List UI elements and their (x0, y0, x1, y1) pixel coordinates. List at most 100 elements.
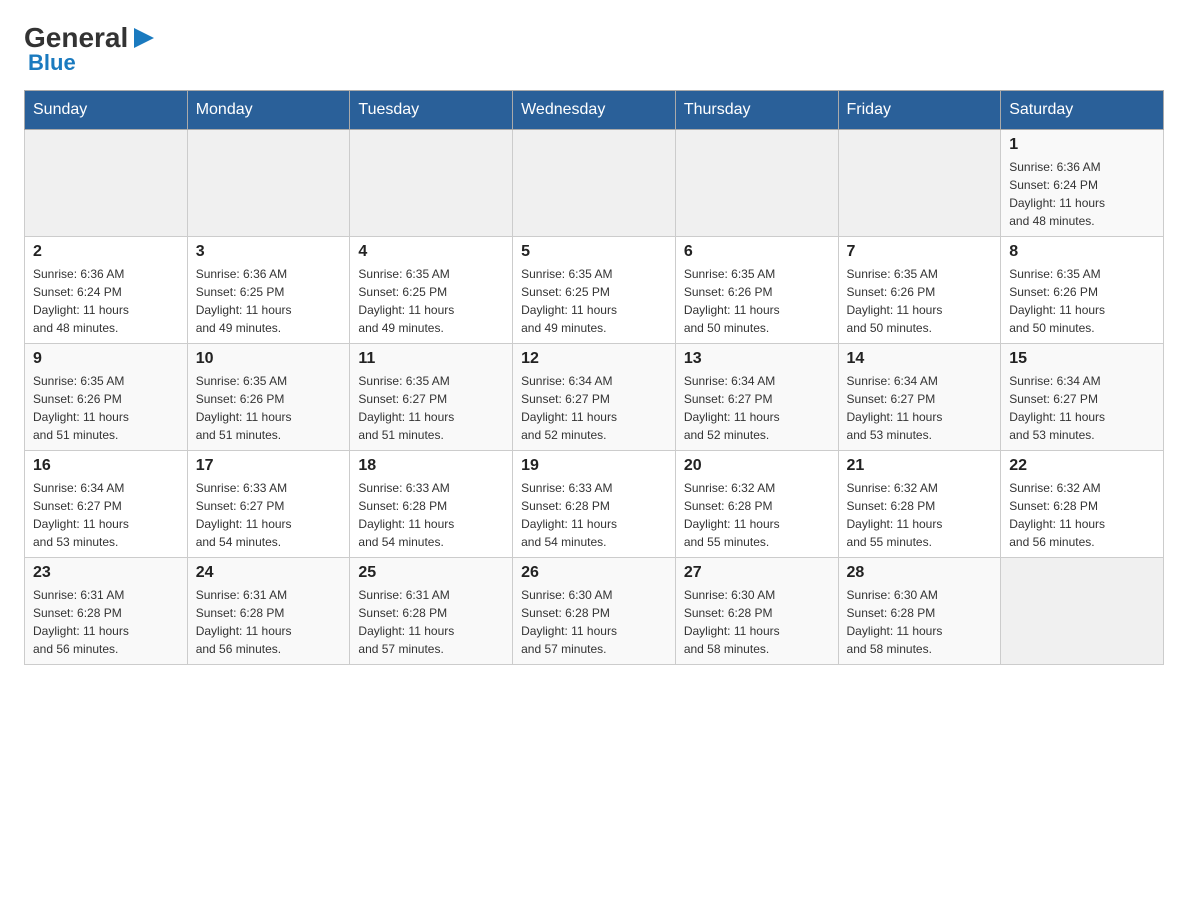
day-info: Sunrise: 6:36 AMSunset: 6:24 PMDaylight:… (1009, 158, 1155, 230)
logo-blue-text: Blue (28, 52, 76, 74)
calendar-cell: 3 Sunrise: 6:36 AMSunset: 6:25 PMDaylight… (187, 237, 350, 344)
day-number: 28 (847, 564, 993, 582)
day-number: 5 (521, 243, 667, 261)
day-info: Sunrise: 6:32 AMSunset: 6:28 PMDaylight:… (1009, 479, 1155, 551)
calendar-cell: 9 Sunrise: 6:35 AMSunset: 6:26 PMDaylight… (25, 344, 188, 451)
week-row-2: 2 Sunrise: 6:36 AMSunset: 6:24 PMDaylight… (25, 237, 1164, 344)
day-number: 11 (358, 350, 504, 368)
calendar-cell: 19 Sunrise: 6:33 AMSunset: 6:28 PMDayligh… (513, 451, 676, 558)
day-number: 13 (684, 350, 830, 368)
day-number: 1 (1009, 136, 1155, 154)
day-number: 21 (847, 457, 993, 475)
day-info: Sunrise: 6:30 AMSunset: 6:28 PMDaylight:… (521, 586, 667, 658)
calendar-cell: 15 Sunrise: 6:34 AMSunset: 6:27 PMDayligh… (1001, 344, 1164, 451)
calendar-cell: 17 Sunrise: 6:33 AMSunset: 6:27 PMDayligh… (187, 451, 350, 558)
day-number: 10 (196, 350, 342, 368)
day-info: Sunrise: 6:33 AMSunset: 6:28 PMDaylight:… (358, 479, 504, 551)
day-number: 26 (521, 564, 667, 582)
calendar-cell: 27Sunrise: 6:30 AMSunset: 6:28 PMDayligh… (675, 558, 838, 665)
week-row-1: 1 Sunrise: 6:36 AMSunset: 6:24 PMDaylight… (25, 130, 1164, 237)
day-number: 2 (33, 243, 179, 261)
calendar-cell (838, 130, 1001, 237)
calendar-cell: 12Sunrise: 6:34 AMSunset: 6:27 PMDayligh… (513, 344, 676, 451)
day-info: Sunrise: 6:34 AMSunset: 6:27 PMDaylight:… (1009, 372, 1155, 444)
day-info: Sunrise: 6:31 AMSunset: 6:28 PMDaylight:… (33, 586, 179, 658)
calendar-cell (187, 130, 350, 237)
day-info: Sunrise: 6:34 AMSunset: 6:27 PMDaylight:… (684, 372, 830, 444)
day-number: 3 (196, 243, 342, 261)
calendar-cell (1001, 558, 1164, 665)
calendar-cell (350, 130, 513, 237)
day-info: Sunrise: 6:32 AMSunset: 6:28 PMDaylight:… (684, 479, 830, 551)
calendar-header-thursday: Thursday (675, 91, 838, 130)
day-number: 17 (196, 457, 342, 475)
day-number: 23 (33, 564, 179, 582)
calendar-cell: 23 Sunrise: 6:31 AMSunset: 6:28 PMDayligh… (25, 558, 188, 665)
calendar-cell: 21 Sunrise: 6:32 AMSunset: 6:28 PMDayligh… (838, 451, 1001, 558)
calendar-cell (513, 130, 676, 237)
week-row-4: 16 Sunrise: 6:34 AMSunset: 6:27 PMDayligh… (25, 451, 1164, 558)
week-row-3: 9 Sunrise: 6:35 AMSunset: 6:26 PMDaylight… (25, 344, 1164, 451)
calendar-cell: 11 Sunrise: 6:35 AMSunset: 6:27 PMDayligh… (350, 344, 513, 451)
calendar-header-sunday: Sunday (25, 91, 188, 130)
day-info: Sunrise: 6:35 AMSunset: 6:27 PMDaylight:… (358, 372, 504, 444)
day-info: Sunrise: 6:35 AMSunset: 6:26 PMDaylight:… (847, 265, 993, 337)
calendar-cell: 6 Sunrise: 6:35 AMSunset: 6:26 PMDaylight… (675, 237, 838, 344)
logo-arrow-icon (130, 24, 158, 52)
day-number: 6 (684, 243, 830, 261)
day-info: Sunrise: 6:32 AMSunset: 6:28 PMDaylight:… (847, 479, 993, 551)
day-info: Sunrise: 6:35 AMSunset: 6:26 PMDaylight:… (33, 372, 179, 444)
day-number: 8 (1009, 243, 1155, 261)
day-info: Sunrise: 6:34 AMSunset: 6:27 PMDaylight:… (33, 479, 179, 551)
calendar-cell: 1 Sunrise: 6:36 AMSunset: 6:24 PMDaylight… (1001, 130, 1164, 237)
day-info: Sunrise: 6:36 AMSunset: 6:25 PMDaylight:… (196, 265, 342, 337)
day-number: 7 (847, 243, 993, 261)
calendar-cell: 7 Sunrise: 6:35 AMSunset: 6:26 PMDaylight… (838, 237, 1001, 344)
day-number: 27 (684, 564, 830, 582)
calendar-header-row: SundayMondayTuesdayWednesdayThursdayFrid… (25, 91, 1164, 130)
calendar-header-saturday: Saturday (1001, 91, 1164, 130)
calendar-header-monday: Monday (187, 91, 350, 130)
day-info: Sunrise: 6:35 AMSunset: 6:26 PMDaylight:… (196, 372, 342, 444)
day-number: 15 (1009, 350, 1155, 368)
calendar-cell: 24Sunrise: 6:31 AMSunset: 6:28 PMDayligh… (187, 558, 350, 665)
day-info: Sunrise: 6:31 AMSunset: 6:28 PMDaylight:… (358, 586, 504, 658)
calendar-header-wednesday: Wednesday (513, 91, 676, 130)
week-row-5: 23 Sunrise: 6:31 AMSunset: 6:28 PMDayligh… (25, 558, 1164, 665)
day-number: 19 (521, 457, 667, 475)
header: General Blue (24, 24, 1164, 74)
calendar-cell: 5 Sunrise: 6:35 AMSunset: 6:25 PMDaylight… (513, 237, 676, 344)
logo: General Blue (24, 24, 158, 74)
calendar-cell: 25 Sunrise: 6:31 AMSunset: 6:28 PMDayligh… (350, 558, 513, 665)
calendar-cell: 13 Sunrise: 6:34 AMSunset: 6:27 PMDayligh… (675, 344, 838, 451)
day-number: 16 (33, 457, 179, 475)
day-number: 20 (684, 457, 830, 475)
day-number: 4 (358, 243, 504, 261)
day-info: Sunrise: 6:35 AMSunset: 6:26 PMDaylight:… (684, 265, 830, 337)
calendar-cell: 4 Sunrise: 6:35 AMSunset: 6:25 PMDaylight… (350, 237, 513, 344)
calendar-cell (25, 130, 188, 237)
calendar-cell: 20 Sunrise: 6:32 AMSunset: 6:28 PMDayligh… (675, 451, 838, 558)
calendar-cell: 10 Sunrise: 6:35 AMSunset: 6:26 PMDayligh… (187, 344, 350, 451)
calendar-cell: 2 Sunrise: 6:36 AMSunset: 6:24 PMDaylight… (25, 237, 188, 344)
day-info: Sunrise: 6:35 AMSunset: 6:25 PMDaylight:… (358, 265, 504, 337)
calendar-cell: 18 Sunrise: 6:33 AMSunset: 6:28 PMDayligh… (350, 451, 513, 558)
day-number: 24 (196, 564, 342, 582)
day-number: 18 (358, 457, 504, 475)
calendar-cell: 16 Sunrise: 6:34 AMSunset: 6:27 PMDayligh… (25, 451, 188, 558)
day-info: Sunrise: 6:33 AMSunset: 6:28 PMDaylight:… (521, 479, 667, 551)
day-number: 22 (1009, 457, 1155, 475)
calendar: SundayMondayTuesdayWednesdayThursdayFrid… (24, 90, 1164, 665)
day-info: Sunrise: 6:35 AMSunset: 6:26 PMDaylight:… (1009, 265, 1155, 337)
day-info: Sunrise: 6:35 AMSunset: 6:25 PMDaylight:… (521, 265, 667, 337)
calendar-header-friday: Friday (838, 91, 1001, 130)
day-info: Sunrise: 6:36 AMSunset: 6:24 PMDaylight:… (33, 265, 179, 337)
calendar-cell: 8 Sunrise: 6:35 AMSunset: 6:26 PMDaylight… (1001, 237, 1164, 344)
calendar-header-tuesday: Tuesday (350, 91, 513, 130)
calendar-cell: 14Sunrise: 6:34 AMSunset: 6:27 PMDayligh… (838, 344, 1001, 451)
day-info: Sunrise: 6:33 AMSunset: 6:27 PMDaylight:… (196, 479, 342, 551)
day-number: 9 (33, 350, 179, 368)
calendar-cell: 28Sunrise: 6:30 AMSunset: 6:28 PMDayligh… (838, 558, 1001, 665)
day-number: 25 (358, 564, 504, 582)
calendar-cell: 22 Sunrise: 6:32 AMSunset: 6:28 PMDayligh… (1001, 451, 1164, 558)
